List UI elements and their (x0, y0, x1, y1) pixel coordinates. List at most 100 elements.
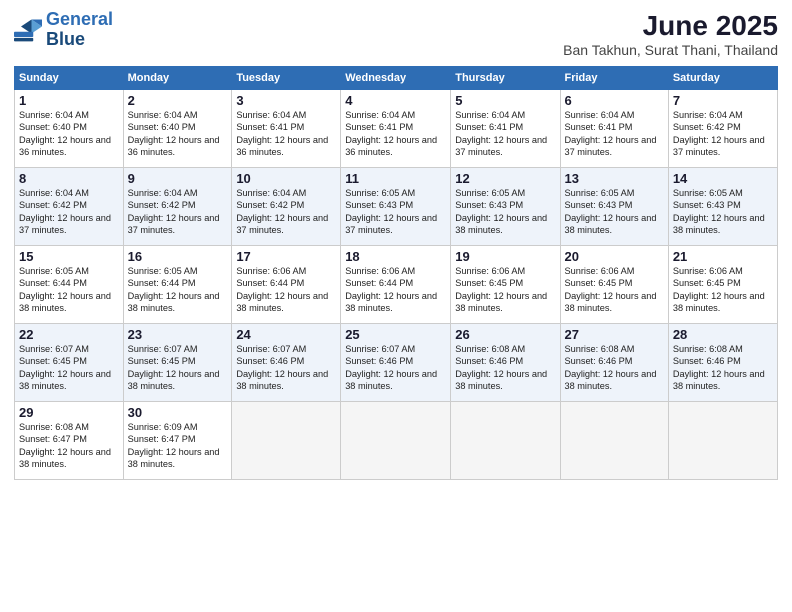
day-info: Sunrise: 6:05 AMSunset: 6:43 PMDaylight:… (673, 188, 765, 235)
day-number: 22 (19, 327, 119, 342)
day-number: 27 (565, 327, 664, 342)
day-info: Sunrise: 6:06 AMSunset: 6:45 PMDaylight:… (455, 266, 547, 313)
table-row: 21 Sunrise: 6:06 AMSunset: 6:45 PMDayligh… (668, 246, 777, 324)
table-row (232, 402, 341, 480)
day-number: 17 (236, 249, 336, 264)
header-saturday: Saturday (668, 67, 777, 90)
day-number: 8 (19, 171, 119, 186)
day-info: Sunrise: 6:06 AMSunset: 6:45 PMDaylight:… (565, 266, 657, 313)
day-number: 28 (673, 327, 773, 342)
day-info: Sunrise: 6:05 AMSunset: 6:44 PMDaylight:… (128, 266, 220, 313)
day-info: Sunrise: 6:05 AMSunset: 6:43 PMDaylight:… (455, 188, 547, 235)
table-row: 25 Sunrise: 6:07 AMSunset: 6:46 PMDayligh… (341, 324, 451, 402)
header-thursday: Thursday (451, 67, 560, 90)
table-row: 13 Sunrise: 6:05 AMSunset: 6:43 PMDayligh… (560, 168, 668, 246)
table-row: 5Sunrise: 6:04 AMSunset: 6:41 PMDaylight… (451, 90, 560, 168)
day-number: 13 (565, 171, 664, 186)
header-monday: Monday (123, 67, 232, 90)
day-info: Sunrise: 6:04 AMSunset: 6:42 PMDaylight:… (236, 188, 328, 235)
header-wednesday: Wednesday (341, 67, 451, 90)
table-row: 19Sunrise: 6:06 AMSunset: 6:45 PMDayligh… (451, 246, 560, 324)
day-info: Sunrise: 6:05 AMSunset: 6:43 PMDaylight:… (565, 188, 657, 235)
logo: GeneralBlue (14, 10, 113, 50)
table-row: 18 Sunrise: 6:06 AMSunset: 6:44 PMDayligh… (341, 246, 451, 324)
page-header: GeneralBlue June 2025 Ban Takhun, Surat … (14, 10, 778, 58)
day-info: Sunrise: 6:06 AMSunset: 6:44 PMDaylight:… (236, 266, 328, 313)
day-number: 2 (128, 93, 228, 108)
table-row: 16 Sunrise: 6:05 AMSunset: 6:44 PMDayligh… (123, 246, 232, 324)
calendar-week-row: 22 Sunrise: 6:07 AMSunset: 6:45 PMDayligh… (15, 324, 778, 402)
calendar-week-row: 15 Sunrise: 6:05 AMSunset: 6:44 PMDayligh… (15, 246, 778, 324)
day-info: Sunrise: 6:07 AMSunset: 6:45 PMDaylight:… (128, 344, 220, 391)
header-sunday: Sunday (15, 67, 124, 90)
day-number: 11 (345, 171, 446, 186)
day-info: Sunrise: 6:08 AMSunset: 6:46 PMDaylight:… (565, 344, 657, 391)
day-info: Sunrise: 6:04 AMSunset: 6:42 PMDaylight:… (19, 188, 111, 235)
calendar-table: Sunday Monday Tuesday Wednesday Thursday… (14, 66, 778, 480)
day-info: Sunrise: 6:07 AMSunset: 6:46 PMDaylight:… (345, 344, 437, 391)
day-info: Sunrise: 6:04 AMSunset: 6:41 PMDaylight:… (345, 110, 437, 157)
day-info: Sunrise: 6:08 AMSunset: 6:46 PMDaylight:… (673, 344, 765, 391)
location-title: Ban Takhun, Surat Thani, Thailand (563, 42, 778, 58)
day-number: 30 (128, 405, 228, 420)
table-row (668, 402, 777, 480)
month-title: June 2025 (563, 10, 778, 42)
table-row: 26 Sunrise: 6:08 AMSunset: 6:46 PMDayligh… (451, 324, 560, 402)
day-info: Sunrise: 6:04 AMSunset: 6:41 PMDaylight:… (455, 110, 547, 157)
table-row: 20 Sunrise: 6:06 AMSunset: 6:45 PMDayligh… (560, 246, 668, 324)
header-tuesday: Tuesday (232, 67, 341, 90)
day-info: Sunrise: 6:07 AMSunset: 6:45 PMDaylight:… (19, 344, 111, 391)
day-info: Sunrise: 6:04 AMSunset: 6:41 PMDaylight:… (565, 110, 657, 157)
day-number: 20 (565, 249, 664, 264)
day-number: 21 (673, 249, 773, 264)
day-info: Sunrise: 6:06 AMSunset: 6:44 PMDaylight:… (345, 266, 437, 313)
day-number: 12 (455, 171, 555, 186)
day-info: Sunrise: 6:04 AMSunset: 6:42 PMDaylight:… (128, 188, 220, 235)
calendar-week-row: 29 Sunrise: 6:08 AMSunset: 6:47 PMDayligh… (15, 402, 778, 480)
day-info: Sunrise: 6:05 AMSunset: 6:43 PMDaylight:… (345, 188, 437, 235)
table-row: 22 Sunrise: 6:07 AMSunset: 6:45 PMDayligh… (15, 324, 124, 402)
day-number: 26 (455, 327, 555, 342)
table-row: 30 Sunrise: 6:09 AMSunset: 6:47 PMDayligh… (123, 402, 232, 480)
day-info: Sunrise: 6:04 AMSunset: 6:40 PMDaylight:… (19, 110, 111, 157)
calendar-week-row: 8 Sunrise: 6:04 AMSunset: 6:42 PMDaylight… (15, 168, 778, 246)
day-number: 16 (128, 249, 228, 264)
header-friday: Friday (560, 67, 668, 90)
table-row: 15 Sunrise: 6:05 AMSunset: 6:44 PMDayligh… (15, 246, 124, 324)
table-row: 12 Sunrise: 6:05 AMSunset: 6:43 PMDayligh… (451, 168, 560, 246)
day-number: 3 (236, 93, 336, 108)
table-row: 14 Sunrise: 6:05 AMSunset: 6:43 PMDayligh… (668, 168, 777, 246)
day-info: Sunrise: 6:04 AMSunset: 6:41 PMDaylight:… (236, 110, 328, 157)
calendar-week-row: 1Sunrise: 6:04 AMSunset: 6:40 PMDaylight… (15, 90, 778, 168)
day-info: Sunrise: 6:06 AMSunset: 6:45 PMDaylight:… (673, 266, 765, 313)
table-row: 11 Sunrise: 6:05 AMSunset: 6:43 PMDayligh… (341, 168, 451, 246)
table-row: 4 Sunrise: 6:04 AMSunset: 6:41 PMDaylight… (341, 90, 451, 168)
day-info: Sunrise: 6:09 AMSunset: 6:47 PMDaylight:… (128, 422, 220, 469)
table-row: 2 Sunrise: 6:04 AMSunset: 6:40 PMDaylight… (123, 90, 232, 168)
table-row: 27 Sunrise: 6:08 AMSunset: 6:46 PMDayligh… (560, 324, 668, 402)
table-row: 29 Sunrise: 6:08 AMSunset: 6:47 PMDayligh… (15, 402, 124, 480)
day-info: Sunrise: 6:05 AMSunset: 6:44 PMDaylight:… (19, 266, 111, 313)
day-info: Sunrise: 6:08 AMSunset: 6:47 PMDaylight:… (19, 422, 111, 469)
day-number: 15 (19, 249, 119, 264)
day-info: Sunrise: 6:04 AMSunset: 6:42 PMDaylight:… (673, 110, 765, 157)
day-number: 4 (345, 93, 446, 108)
day-number: 25 (345, 327, 446, 342)
day-number: 24 (236, 327, 336, 342)
table-row: 6Sunrise: 6:04 AMSunset: 6:41 PMDaylight… (560, 90, 668, 168)
day-number: 18 (345, 249, 446, 264)
table-row: 23Sunrise: 6:07 AMSunset: 6:45 PMDayligh… (123, 324, 232, 402)
day-number: 7 (673, 93, 773, 108)
logo-text: GeneralBlue (46, 10, 113, 50)
day-number: 29 (19, 405, 119, 420)
day-number: 14 (673, 171, 773, 186)
table-row: 3 Sunrise: 6:04 AMSunset: 6:41 PMDaylight… (232, 90, 341, 168)
day-number: 9 (128, 171, 228, 186)
day-info: Sunrise: 6:04 AMSunset: 6:40 PMDaylight:… (128, 110, 220, 157)
table-row (560, 402, 668, 480)
day-info: Sunrise: 6:08 AMSunset: 6:46 PMDaylight:… (455, 344, 547, 391)
day-info: Sunrise: 6:07 AMSunset: 6:46 PMDaylight:… (236, 344, 328, 391)
table-row: 28 Sunrise: 6:08 AMSunset: 6:46 PMDayligh… (668, 324, 777, 402)
table-row: 9 Sunrise: 6:04 AMSunset: 6:42 PMDaylight… (123, 168, 232, 246)
table-row: 7 Sunrise: 6:04 AMSunset: 6:42 PMDaylight… (668, 90, 777, 168)
